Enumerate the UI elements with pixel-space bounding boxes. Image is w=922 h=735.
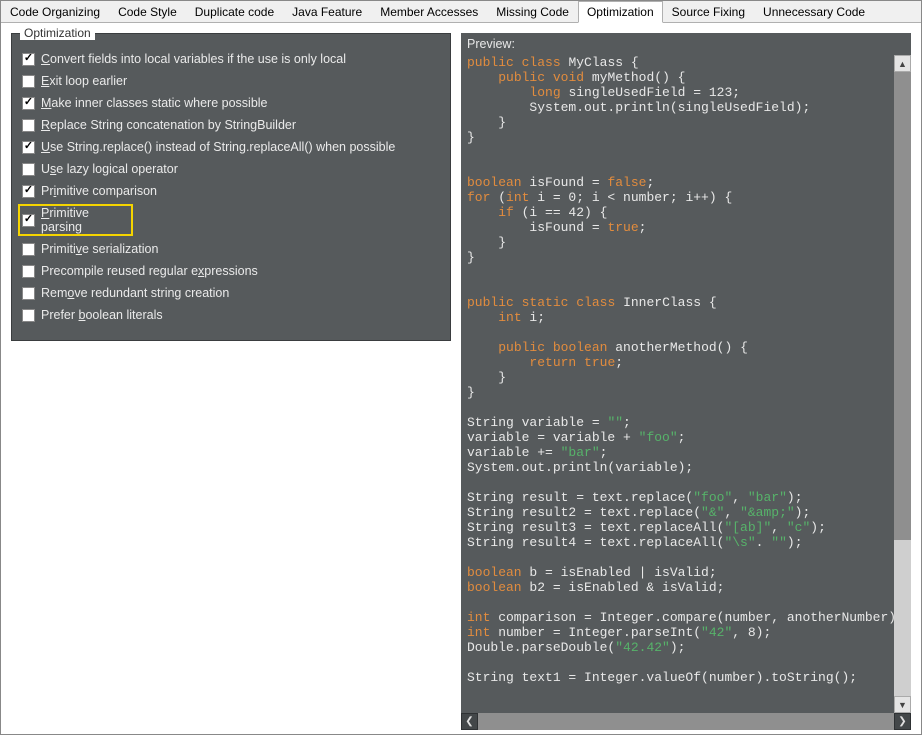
scroll-thumb-h[interactable] [478,713,894,730]
optimization-group: Optimization Convert fields into local v… [11,33,451,341]
option-prefer-boolean-literals[interactable]: Prefer boolean literals [20,306,442,324]
option-label: Convert fields into local variables if t… [41,52,346,66]
tab-code-style[interactable]: Code Style [109,1,186,22]
tab-java-feature[interactable]: Java Feature [283,1,371,22]
tab-code-organizing[interactable]: Code Organizing [1,1,109,22]
scroll-thumb[interactable] [894,72,911,540]
checkbox[interactable] [22,265,35,278]
option-replace-string-concatenation-by-stringbuilder[interactable]: Replace String concatenation by StringBu… [20,116,442,134]
checkbox-list: Convert fields into local variables if t… [20,48,442,332]
tab-unnecessary-code[interactable]: Unnecessary Code [754,1,874,22]
option-label: Primitive serialization [41,242,158,256]
option-label: Remove redundant string creation [41,286,229,300]
group-label: Optimization [20,26,95,40]
option-label: Precompile reused regular expressions [41,264,258,278]
option-primitive-serialization[interactable]: Primitive serialization [20,240,442,258]
scroll-right-icon[interactable]: ❯ [894,713,911,730]
window: Code OrganizingCode StyleDuplicate codeJ… [0,0,922,735]
option-remove-redundant-string-creation[interactable]: Remove redundant string creation [20,284,442,302]
checkbox[interactable] [22,309,35,322]
option-label: Replace String concatenation by StringBu… [41,118,296,132]
horizontal-scrollbar[interactable]: ❮ ❯ [461,713,911,730]
tab-optimization[interactable]: Optimization [578,1,663,23]
scroll-track[interactable] [894,72,911,696]
checkbox[interactable] [22,287,35,300]
option-exit-loop-earlier[interactable]: Exit loop earlier [20,72,442,90]
scroll-up-icon[interactable]: ▲ [894,55,911,72]
tab-source-fixing[interactable]: Source Fixing [663,1,754,22]
option-make-inner-classes-static-where-possible[interactable]: Make inner classes static where possible [20,94,442,112]
scroll-down-icon[interactable]: ▼ [894,696,911,713]
option-precompile-reused-regular-expressions[interactable]: Precompile reused regular expressions [20,262,442,280]
option-primitive-comparison[interactable]: Primitive comparison [20,182,442,200]
checkbox[interactable] [22,119,35,132]
option-convert-fields-into-local-variables-if-the-use-is-only-local[interactable]: Convert fields into local variables if t… [20,50,442,68]
tab-missing-code[interactable]: Missing Code [487,1,578,22]
option-label: Primitive parsing [41,206,131,234]
checkbox[interactable] [22,75,35,88]
option-label: Exit loop earlier [41,74,127,88]
checkbox[interactable] [22,141,35,154]
content-area: Optimization Convert fields into local v… [1,23,921,734]
checkbox[interactable] [22,53,35,66]
option-label: Make inner classes static where possible [41,96,268,110]
scroll-left-icon[interactable]: ❮ [461,713,478,730]
tab-member-accesses[interactable]: Member Accesses [371,1,487,22]
option-use-lazy-logical-operator[interactable]: Use lazy logical operator [20,160,442,178]
tab-duplicate-code[interactable]: Duplicate code [186,1,283,22]
option-label: Use String.replace() instead of String.r… [41,140,395,154]
checkbox[interactable] [22,243,35,256]
vertical-scrollbar[interactable]: ▲ ▼ [894,55,911,713]
preview-panel: Preview: public class MyClass { public v… [461,33,911,730]
checkbox[interactable] [22,97,35,110]
option-primitive-parsing[interactable]: Primitive parsing [18,204,133,236]
checkbox[interactable] [22,214,35,227]
tab-bar: Code OrganizingCode StyleDuplicate codeJ… [1,1,921,23]
code-preview: public class MyClass { public void myMet… [461,55,894,713]
option-label: Primitive comparison [41,184,157,198]
option-label: Prefer boolean literals [41,308,163,322]
preview-label: Preview: [461,33,911,55]
scroll-track-h[interactable] [478,713,894,730]
option-label: Use lazy logical operator [41,162,178,176]
code-wrapper: public class MyClass { public void myMet… [461,55,911,713]
checkbox[interactable] [22,185,35,198]
option-use-string-replace-instead-of-string-replaceall-when-possible[interactable]: Use String.replace() instead of String.r… [20,138,442,156]
checkbox[interactable] [22,163,35,176]
